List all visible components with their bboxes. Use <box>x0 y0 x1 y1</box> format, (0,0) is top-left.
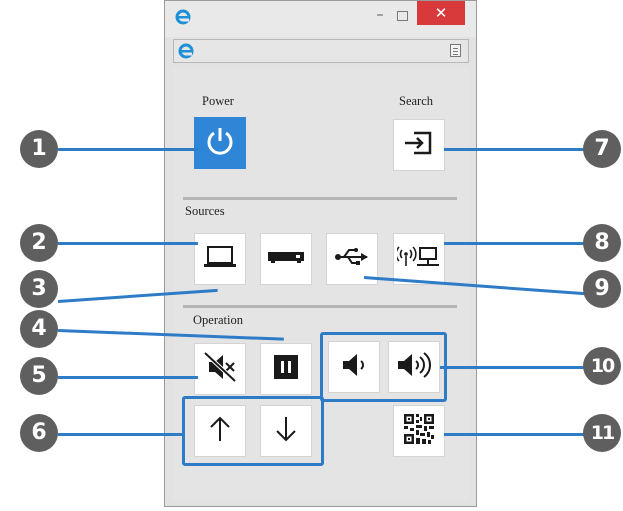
callout-4: 4 <box>20 310 58 348</box>
network-source-button[interactable] <box>393 233 445 285</box>
computer-source-icon <box>202 244 238 275</box>
page-up-icon <box>208 414 232 449</box>
maximize-button[interactable] <box>391 5 413 27</box>
callout-leader-2 <box>58 242 198 245</box>
callout-11: 11 <box>583 414 621 452</box>
page-up-button[interactable] <box>194 405 246 457</box>
av-mute-icon <box>202 350 238 389</box>
callout-10: 10 <box>583 347 621 385</box>
freeze-button[interactable] <box>260 343 312 395</box>
volume-down-icon <box>339 351 369 384</box>
callout-2: 2 <box>20 224 58 262</box>
callout-leader-8 <box>444 242 586 245</box>
video-source-icon <box>266 247 306 272</box>
volume-up-icon <box>395 350 433 385</box>
freeze-icon <box>273 354 299 385</box>
callout-3: 3 <box>20 270 58 308</box>
sources-label: Sources <box>185 204 225 218</box>
callout-6: 6 <box>20 414 58 452</box>
computer-source-button[interactable] <box>194 233 246 285</box>
power-button[interactable] <box>194 117 246 169</box>
callout-leader-5 <box>58 376 198 379</box>
search-label: Search <box>399 94 434 108</box>
network-source-icon <box>395 244 441 275</box>
power-label: Power <box>202 94 234 108</box>
page-down-button[interactable] <box>260 405 312 457</box>
source-search-icon <box>403 129 435 162</box>
callout-7: 7 <box>583 130 621 168</box>
callout-leader-7 <box>444 148 586 151</box>
title-bar: – ✕ <box>165 1 476 37</box>
callout-8: 8 <box>583 224 621 262</box>
callout-leader-1 <box>58 148 198 151</box>
volume-down-button[interactable] <box>328 341 380 393</box>
compatibility-view-icon[interactable] <box>450 44 461 57</box>
callout-leader-10 <box>440 366 586 369</box>
callout-5: 5 <box>20 357 58 395</box>
qr-code-icon <box>403 413 435 450</box>
callout-1: 1 <box>20 130 58 168</box>
volume-up-button[interactable] <box>388 341 440 393</box>
source-search-button[interactable] <box>393 119 445 171</box>
operation-label: Operation <box>193 313 243 327</box>
close-button[interactable]: ✕ <box>417 1 465 25</box>
divider <box>183 197 457 200</box>
qr-code-button[interactable] <box>393 405 445 457</box>
power-icon <box>203 124 237 163</box>
usb-source-icon <box>333 246 371 273</box>
browser-window: – ✕ Power Search Sources Operation <box>164 0 477 507</box>
address-bar[interactable] <box>173 39 469 63</box>
minimize-button[interactable]: – <box>369 5 391 27</box>
callout-leader-11 <box>444 433 586 436</box>
video-source-button[interactable] <box>260 233 312 285</box>
internet-explorer-icon <box>175 9 191 25</box>
callout-9: 9 <box>583 270 621 308</box>
page-down-icon <box>274 414 298 449</box>
callout-leader-6 <box>58 433 182 436</box>
internet-explorer-icon <box>178 43 194 59</box>
divider <box>183 305 457 308</box>
av-mute-button[interactable] <box>194 343 246 395</box>
